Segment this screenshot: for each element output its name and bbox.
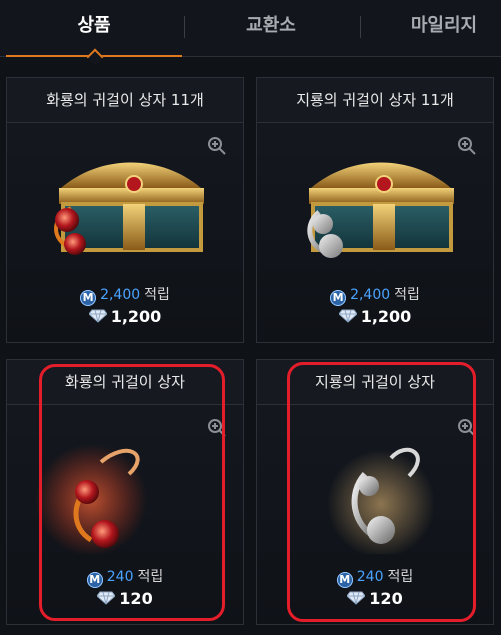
product-card[interactable]: 지룡의 귀걸이 상자 11개 M 2,400 적립 1,200 (256, 77, 494, 343)
tab-label: 교환소 (246, 15, 296, 36)
price-value: 1,200 (110, 307, 162, 326)
product-card[interactable]: 화룡의 귀걸이 상자 11개 M 2,400 적립 1,200 (6, 77, 244, 343)
mileage-value: 2,400 (350, 287, 391, 303)
diamond-price: 1,200 (7, 307, 243, 326)
diamond-icon (338, 309, 357, 323)
tab-divider (360, 16, 361, 38)
mileage-price: M 2,400 적립 (257, 284, 493, 306)
chest-image (307, 162, 454, 258)
diamond-price: 1,200 (257, 307, 493, 326)
chest-image (54, 162, 204, 255)
mileage-unit: 적립 (394, 287, 420, 303)
highlight-outline (39, 364, 225, 621)
tab-bar: 상품 교환소 마일리지 (0, 0, 501, 66)
tab-products[interactable]: 상품 (6, 0, 182, 66)
mileage-value: 2,400 (100, 287, 141, 303)
mileage-coin-icon: M (330, 290, 347, 306)
mileage-price: M 2,400 적립 (7, 284, 243, 306)
tab-caret-icon (86, 48, 104, 66)
tab-divider (184, 16, 185, 38)
diamond-icon (88, 309, 107, 323)
product-title: 지룡의 귀걸이 상자 11개 (257, 78, 493, 123)
mileage-coin-icon: M (80, 290, 97, 306)
tab-label: 마일리지 (410, 15, 478, 36)
product-title: 화룡의 귀걸이 상자 11개 (7, 78, 243, 123)
tab-exchange[interactable]: 교환소 (186, 0, 356, 56)
price-value: 1,200 (360, 307, 412, 326)
tab-label: 상품 (77, 15, 111, 36)
tab-mileage[interactable]: 마일리지 (364, 0, 501, 56)
highlight-outline (287, 362, 476, 622)
mileage-unit: 적립 (144, 287, 170, 303)
